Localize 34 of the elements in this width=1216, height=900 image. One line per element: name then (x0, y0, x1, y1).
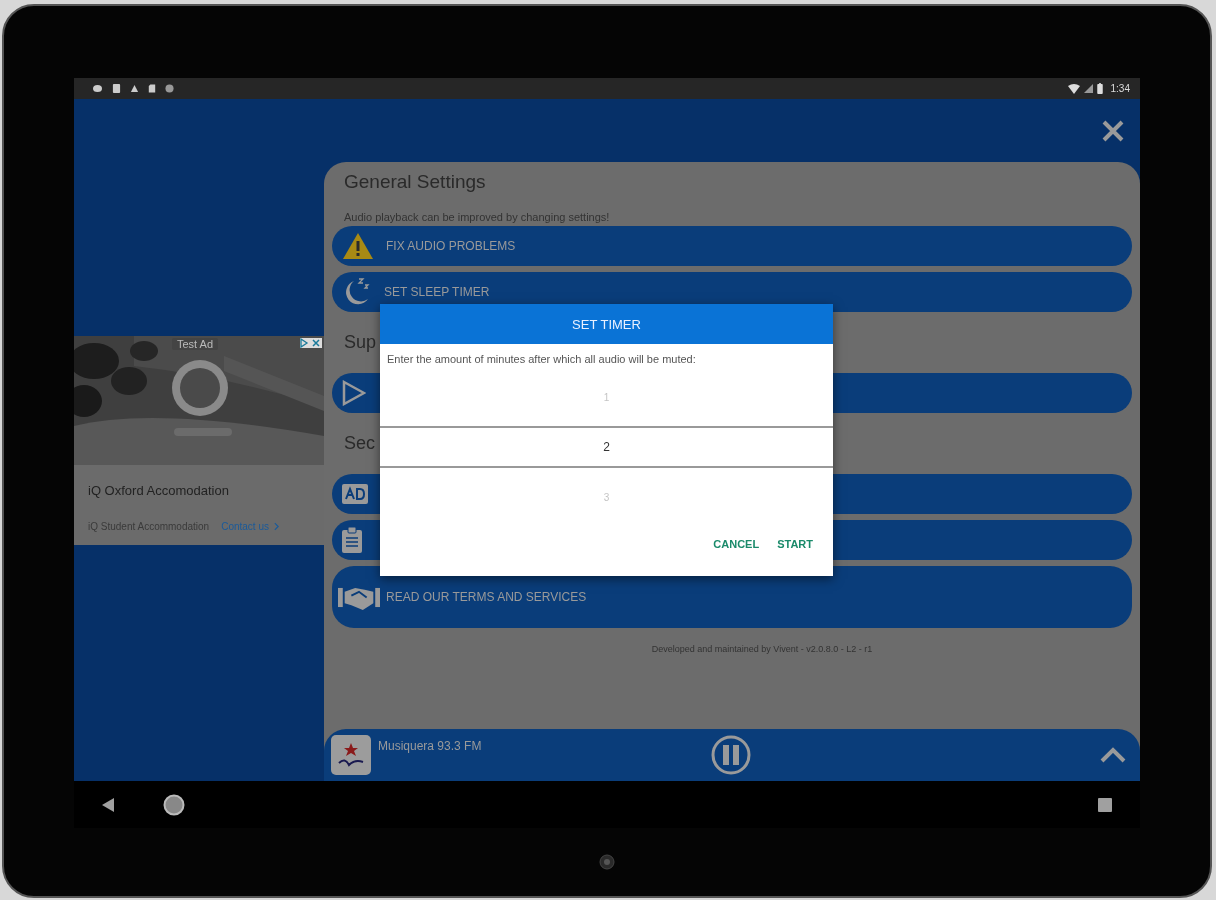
home-icon[interactable] (163, 793, 185, 816)
settings-button[interactable]: FIX AUDIO PROBLEMS (332, 226, 1132, 266)
station-logo-icon[interactable] (331, 735, 371, 775)
signal-icon (1083, 84, 1093, 93)
status-time: 1:34 (1110, 83, 1130, 94)
ad-label: Test Ad (172, 338, 219, 350)
clipboard-icon (342, 527, 362, 553)
panel-title: General Settings (344, 170, 487, 194)
warning-icon (342, 232, 374, 260)
close-icon[interactable] (1101, 118, 1125, 143)
battery-icon (1096, 83, 1103, 94)
pause-icon[interactable] (711, 735, 751, 775)
ad-choices-icon[interactable] (300, 338, 322, 348)
home-sensor-icon (599, 854, 615, 870)
wifi-icon (1067, 83, 1080, 94)
ad-title: iQ Oxford Accomodation (88, 483, 230, 498)
dialog-button[interactable]: CANCEL (707, 532, 766, 556)
dialog-message: Enter the amount of minutes after which all audio will be muted: (387, 353, 697, 366)
section-heading: Sup (344, 332, 377, 353)
chevron-up-icon[interactable] (1100, 747, 1126, 763)
dialog-button[interactable]: START (771, 532, 819, 556)
dialog-title: SET TIMER (572, 316, 641, 332)
sd-card-icon (148, 84, 156, 93)
notification-icon (92, 84, 103, 93)
back-icon[interactable] (101, 796, 115, 813)
station-name: Musiquera 93.3 FM (378, 739, 482, 753)
play-icon (342, 380, 366, 406)
settings-button[interactable]: READ OUR TERMS AND SERVICES (332, 566, 1132, 628)
section-heading: Sec (344, 433, 376, 454)
notification-icon (165, 84, 174, 93)
picker-value[interactable]: 2 (603, 440, 610, 454)
number-picker[interactable]: 1 2 3 (380, 368, 833, 526)
recents-icon[interactable] (1098, 797, 1112, 812)
ad-icon (342, 484, 368, 504)
